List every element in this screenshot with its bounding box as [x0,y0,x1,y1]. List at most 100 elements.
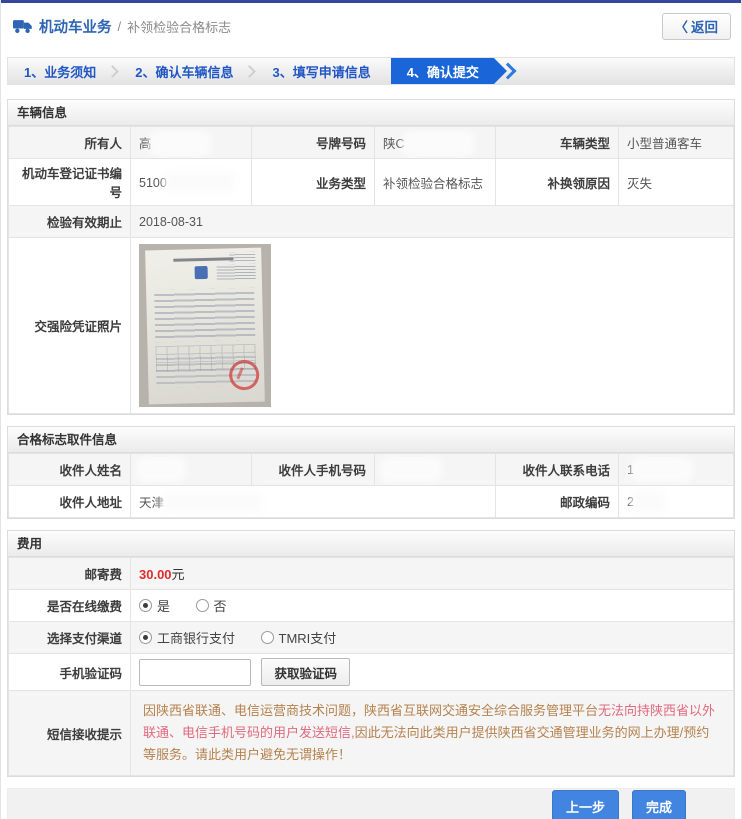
pickup-info-section: 合格标志取件信息 收件人姓名 收件人手机号码 收件人联系电话 1 收件人地址 天… [7,426,735,519]
sms-code-label: 手机验证码 [9,654,131,691]
plate-value: 陕C [375,127,496,159]
get-sms-code-button[interactable]: 获取验证码 [261,658,350,686]
reissue-reason-label: 补换领原因 [496,159,619,206]
recipient-address-label: 收件人地址 [9,486,131,518]
owner-label: 所有人 [9,127,131,159]
postal-code-label: 邮政编码 [496,486,619,518]
vehicle-info-section: 车辆信息 所有人 高 号牌号码 陕C 车辆类型 小型普通客车 机动车登记证书编号… [7,99,735,415]
table-row: 是否在线缴费 是 否 [9,590,734,622]
fee-section-title: 费用 [8,531,734,557]
registration-no-value: 5100 [131,159,252,206]
postage-unit: 元 [172,567,185,582]
table-row: 邮寄费 30.00元 [9,558,734,590]
truck-icon [13,18,33,34]
table-row: 所有人 高 号牌号码 陕C 车辆类型 小型普通客车 [9,127,734,159]
sms-notice-text: 因陕西省联通、电信运营商技术问题，陕西省互联网交通安全综合服务管理平台无法向持陕… [131,691,734,776]
redaction-blur [636,462,688,477]
recipient-name-value [131,454,252,486]
redaction-blur [169,175,231,190]
insurance-certificate-photo[interactable] [139,244,271,407]
radio-unselected-icon[interactable] [196,599,209,612]
finish-button[interactable]: 完成 [632,790,686,819]
back-button[interactable]: 〈 返回 [662,13,732,40]
table-row: 短信接收提示 因陕西省联通、电信运营商技术问题，陕西省互联网交通安全综合服务管理… [9,691,734,776]
back-button-label: 返回 [691,16,718,36]
channel-tmri-option[interactable]: TMRI支付 [261,628,337,647]
recipient-mobile-value [375,454,496,486]
insurance-photo-cell [131,238,734,414]
table-row: 检验有效期止 2018-08-31 [9,206,734,238]
radio-selected-icon[interactable] [139,631,152,644]
document-paper [145,248,265,405]
redaction-blur [385,462,437,477]
online-pay-label: 是否在线缴费 [9,590,131,622]
table-row: 交强险凭证照片 [9,238,734,414]
online-pay-no-label: 否 [214,596,227,615]
breadcrumb-primary-link[interactable]: 机动车业务 [39,16,112,37]
pickup-info-table: 收件人姓名 收件人手机号码 收件人联系电话 1 收件人地址 天津 邮政编码 2 [8,453,734,518]
redaction-blur [166,495,258,510]
business-type-label: 业务类型 [252,159,375,206]
vehicle-section-title: 车辆信息 [8,100,734,126]
sms-notice-label: 短信接收提示 [9,691,131,776]
inspection-valid-label: 检验有效期止 [9,206,131,238]
recipient-phone-value: 1 [619,454,734,486]
payment-channel-label: 选择支付渠道 [9,622,131,654]
online-pay-no-option[interactable]: 否 [196,596,227,615]
recipient-name-label: 收件人姓名 [9,454,131,486]
postage-value: 30.00元 [131,558,734,590]
online-pay-yes-option[interactable]: 是 [139,596,170,615]
radio-unselected-icon[interactable] [261,631,274,644]
document-header-lines [216,264,256,281]
pickup-section-title: 合格标志取件信息 [8,427,734,453]
action-bar: 上一步 完成 [7,788,735,819]
vehicle-type-label: 车辆类型 [496,127,619,159]
recipient-phone-label: 收件人联系电话 [496,454,619,486]
step-3-tab[interactable]: 3、填写申请信息 [256,58,386,84]
vehicle-type-value: 小型普通客车 [619,127,734,159]
breadcrumb-current: 补领检验合格标志 [127,17,231,36]
registration-no-label: 机动车登记证书编号 [9,159,131,206]
previous-step-button[interactable]: 上一步 [552,790,619,819]
document-text-lines [154,288,255,342]
page: 机动车业务 / 补领检验合格标志 〈 返回 1、业务须知 2、确认车辆信息 3、… [0,0,742,819]
document-title-line [173,257,233,261]
step-nav: 1、业务须知 2、确认车辆信息 3、填写申请信息 4、确认提交 [7,57,735,85]
online-pay-options: 是 否 [131,590,734,622]
postage-amount: 30.00 [139,567,172,582]
channel-icbc-label: 工商银行支付 [157,628,235,647]
owner-value: 高 [131,127,252,159]
table-row: 收件人地址 天津 邮政编码 2 [9,486,734,518]
notice-text-part1: 因陕西省联通、电信运营商技术问题，陕西省互联网交通安全综合服务管理平台 [143,703,598,718]
postage-label: 邮寄费 [9,558,131,590]
table-row: 机动车登记证书编号 5100 业务类型 补领检验合格标志 补换领原因 灭失 [9,159,734,206]
step-4-tab-active[interactable]: 4、确认提交 [391,58,507,84]
recipient-mobile-label: 收件人手机号码 [252,454,375,486]
step-arrow-icon [499,63,516,80]
sms-code-input[interactable] [139,659,251,686]
back-chevron-icon: 〈 [675,16,689,36]
fee-table: 邮寄费 30.00元 是否在线缴费 是 否 [8,557,734,776]
vehicle-info-table: 所有人 高 号牌号码 陕C 车辆类型 小型普通客车 机动车登记证书编号 5100… [8,126,734,414]
table-row: 收件人姓名 收件人手机号码 收件人联系电话 1 [9,454,734,486]
inspection-valid-value: 2018-08-31 [131,206,734,238]
breadcrumb: 机动车业务 / 补领检验合格标志 [13,16,231,37]
step-2-tab[interactable]: 2、确认车辆信息 [119,58,249,84]
breadcrumb-separator: / [118,19,122,34]
payment-channel-options: 工商银行支付 TMRI支付 [131,622,734,654]
insurer-logo [194,266,207,279]
table-row: 选择支付渠道 工商银行支付 TMRI支付 [9,622,734,654]
radio-selected-icon[interactable] [139,599,152,612]
reissue-reason-value: 灭失 [619,159,734,206]
channel-tmri-label: TMRI支付 [279,628,337,647]
page-header: 机动车业务 / 补领检验合格标志 〈 返回 [1,3,741,49]
step-1-tab[interactable]: 1、业务须知 [8,58,112,84]
table-row: 手机验证码 获取验证码 [9,654,734,691]
online-pay-yes-label: 是 [157,596,170,615]
insurance-photo-label: 交强险凭证照片 [9,238,131,414]
business-type-value: 补领检验合格标志 [375,159,496,206]
postal-code-value: 2 [619,486,734,518]
channel-icbc-option[interactable]: 工商银行支付 [139,628,235,647]
redaction-blur [636,494,662,509]
recipient-address-value: 天津 [131,486,496,518]
